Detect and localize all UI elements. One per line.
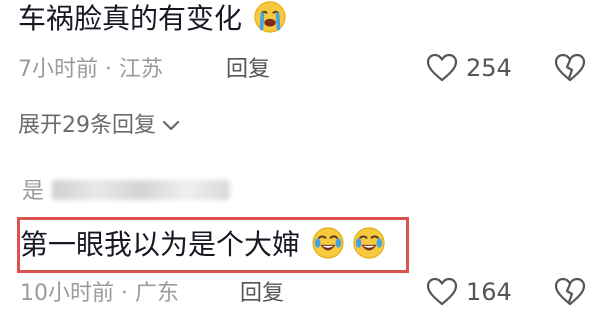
like-count: 164 (466, 278, 512, 306)
reply-text: 第一眼我以为是个大婶 (20, 226, 386, 263)
reply-time-location: 10小时前 · 广东 (20, 281, 179, 306)
reply-username[interactable]: 是 (22, 178, 44, 206)
reply-button[interactable]: 回复 (226, 56, 270, 84)
heart-outline-icon (426, 277, 458, 306)
reply-button[interactable]: 回复 (240, 280, 284, 308)
like-count: 254 (466, 54, 512, 82)
comment-text-content: 车祸脸真的有变化 (18, 2, 243, 35)
tears-of-joy-face-icon (312, 227, 344, 259)
heart-outline-icon (426, 53, 458, 82)
comment-time-location: 7小时前 · 江苏 (18, 57, 163, 82)
comment-text: 车祸脸真的有变化 (18, 0, 287, 37)
chevron-down-icon (162, 120, 180, 131)
like-button[interactable]: 164 (426, 277, 512, 307)
tears-of-joy-face-icon (353, 227, 385, 259)
dislike-broken-heart-icon[interactable] (554, 277, 586, 307)
like-button[interactable]: 254 (426, 53, 512, 83)
dislike-broken-heart-icon[interactable] (554, 53, 586, 83)
blurred-username (52, 180, 230, 200)
loudly-crying-face-icon (254, 1, 286, 33)
reply-text-content: 第一眼我以为是个大婶 (20, 228, 301, 261)
expand-replies-label: 展开29条回复 (18, 113, 156, 138)
expand-replies-button[interactable]: 展开29条回复 (18, 112, 182, 140)
